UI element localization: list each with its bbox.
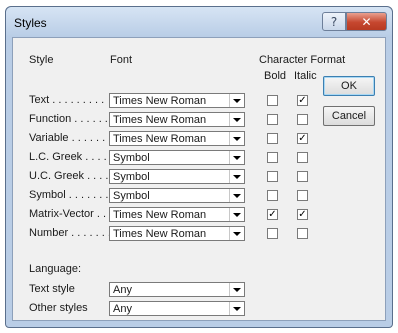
font-select-value: Times New Roman [113, 228, 207, 240]
font-select[interactable]: Symbol [109, 150, 245, 165]
italic-checkbox[interactable]: ✓ [297, 95, 308, 106]
italic-column-header: Italic [294, 70, 317, 82]
font-select[interactable]: Times New Roman [109, 131, 245, 146]
close-icon: ✕ [361, 14, 372, 29]
font-select[interactable]: Symbol [109, 169, 245, 184]
dropdown-arrow-icon[interactable] [229, 94, 244, 107]
window-title: Styles [14, 16, 47, 30]
bold-checkbox[interactable] [267, 133, 278, 144]
font-select-value: Symbol [113, 171, 150, 183]
font-select-value: Symbol [113, 152, 150, 164]
font-select-value: Times New Roman [113, 114, 207, 126]
ok-button-label: OK [341, 80, 357, 92]
dropdown-arrow-icon[interactable] [229, 170, 244, 183]
bold-checkbox[interactable] [267, 114, 278, 125]
bold-checkbox[interactable] [267, 190, 278, 201]
language-select-value: Any [113, 284, 132, 296]
font-select[interactable]: Times New Roman [109, 207, 245, 222]
italic-checkbox[interactable] [297, 114, 308, 125]
ok-button[interactable]: OK [323, 76, 375, 96]
style-label: U.C. Greek . . . . . [29, 170, 115, 182]
dropdown-arrow-icon[interactable] [229, 302, 244, 315]
bold-checkbox[interactable]: ✓ [267, 209, 278, 220]
dropdown-arrow-icon[interactable] [229, 208, 244, 221]
language-select[interactable]: Any [109, 301, 245, 316]
language-label: Text style [29, 283, 75, 295]
bold-checkbox[interactable] [267, 171, 278, 182]
dropdown-arrow-icon[interactable] [229, 151, 244, 164]
dropdown-arrow-icon[interactable] [229, 132, 244, 145]
language-label: Other styles [29, 302, 88, 314]
font-select[interactable]: Symbol [109, 188, 245, 203]
close-button[interactable]: ✕ [346, 12, 387, 31]
style-label: Function . . . . . . [29, 113, 108, 125]
font-select[interactable]: Times New Roman [109, 226, 245, 241]
italic-checkbox[interactable] [297, 228, 308, 239]
font-select[interactable]: Times New Roman [109, 112, 245, 127]
character-format-header: Character Format [259, 54, 346, 66]
italic-checkbox[interactable]: ✓ [297, 133, 308, 144]
cancel-button[interactable]: Cancel [323, 106, 375, 126]
font-select-value: Times New Roman [113, 95, 207, 107]
style-label: Number . . . . . . . [29, 227, 111, 239]
bold-column-header: Bold [264, 70, 287, 82]
title-bar[interactable]: Styles ? ✕ [6, 7, 392, 37]
style-label: L.C. Greek . . . . . [29, 151, 113, 163]
italic-checkbox[interactable]: ✓ [297, 209, 308, 220]
language-heading: Language: [29, 263, 81, 275]
dropdown-arrow-icon[interactable] [229, 227, 244, 240]
dropdown-arrow-icon[interactable] [229, 189, 244, 202]
style-label: Matrix-Vector . . . . [29, 208, 119, 220]
italic-checkbox[interactable] [297, 190, 308, 201]
font-select-value: Times New Roman [113, 133, 207, 145]
style-label: Text . . . . . . . . . [29, 94, 105, 106]
italic-checkbox[interactable] [297, 152, 308, 163]
style-label: Symbol . . . . . . . [29, 189, 109, 201]
help-icon: ? [330, 14, 338, 29]
dropdown-arrow-icon[interactable] [229, 283, 244, 296]
bold-checkbox[interactable] [267, 95, 278, 106]
font-select-value: Symbol [113, 190, 150, 202]
bold-checkbox[interactable] [267, 228, 278, 239]
styles-dialog: Styles ? ✕ Style Font Character Format B… [5, 6, 393, 328]
cancel-button-label: Cancel [331, 110, 367, 122]
language-select[interactable]: Any [109, 282, 245, 297]
font-column-header: Font [110, 54, 133, 66]
font-select[interactable]: Times New Roman [109, 93, 245, 108]
style-label: Variable . . . . . . [29, 132, 106, 144]
dropdown-arrow-icon[interactable] [229, 113, 244, 126]
italic-checkbox[interactable] [297, 171, 308, 182]
font-select-value: Times New Roman [113, 209, 207, 221]
bold-checkbox[interactable] [267, 152, 278, 163]
style-column-header: Style [29, 54, 54, 66]
help-button[interactable]: ? [322, 12, 346, 31]
dialog-body: Style Font Character Format Bold Italic … [12, 37, 386, 321]
language-select-value: Any [113, 303, 132, 315]
